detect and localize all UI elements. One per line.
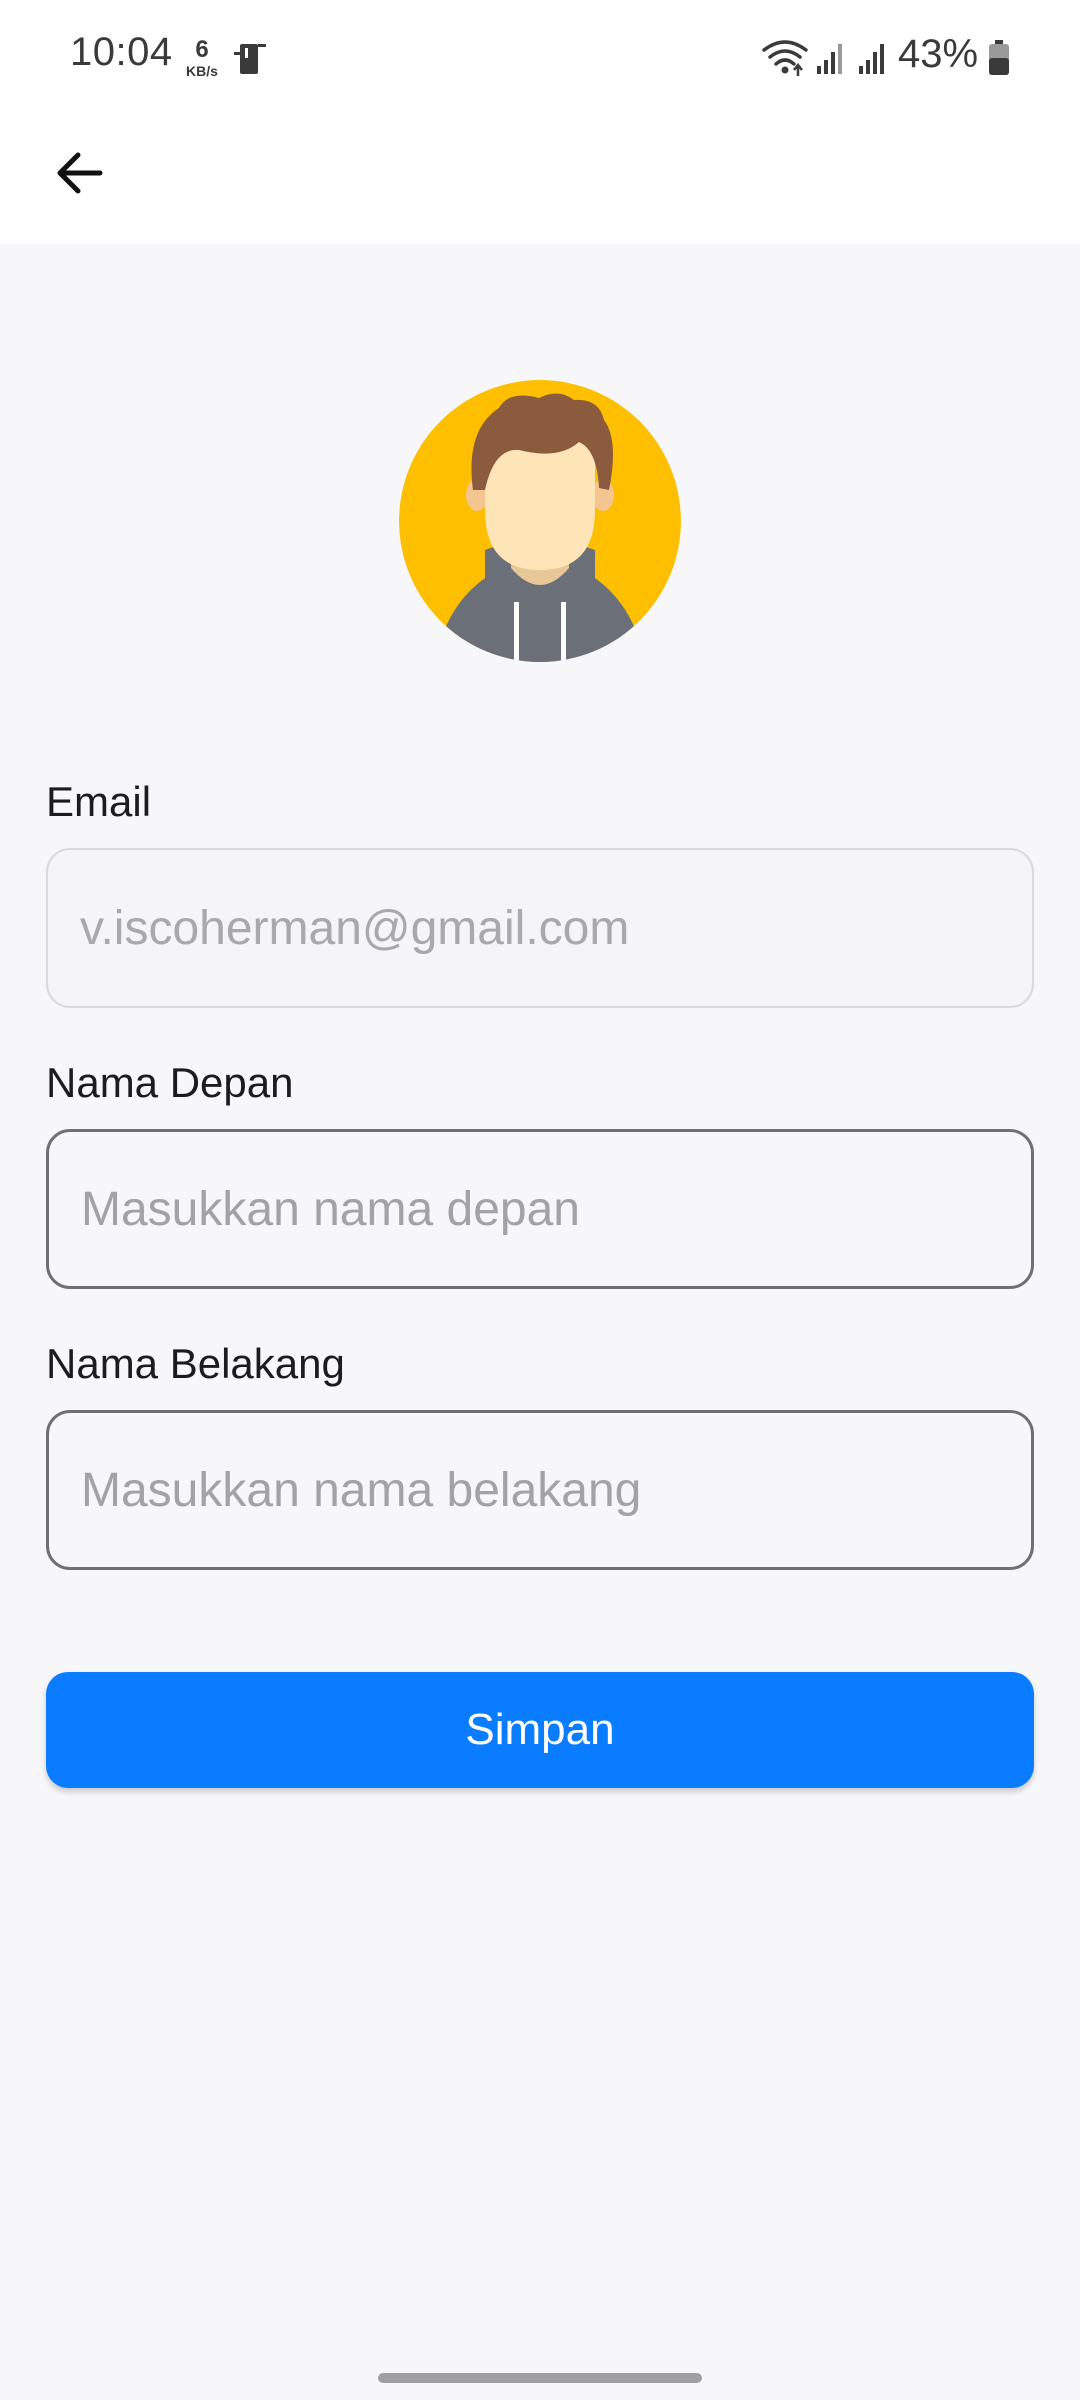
app-bar bbox=[0, 120, 1080, 244]
arrow-left-icon bbox=[57, 152, 103, 194]
last-name-label: Nama Belakang bbox=[46, 1340, 345, 1387]
battery-icon bbox=[989, 40, 1009, 75]
signal-icon bbox=[859, 44, 884, 74]
signal-icon bbox=[817, 44, 842, 74]
network-speed-value: 6 bbox=[195, 36, 209, 63]
email-label: Email bbox=[46, 778, 152, 825]
sim-icon bbox=[234, 44, 266, 74]
back-button[interactable] bbox=[36, 130, 122, 216]
edit-profile-screen: 10:04 6 KB/s 43% Email v.iscoherman@gmai… bbox=[0, 0, 1080, 2400]
status-time: 10:04 bbox=[70, 30, 173, 74]
user-avatar-icon bbox=[399, 380, 681, 662]
battery-percent: 43% bbox=[898, 32, 979, 76]
status-bar: 10:04 6 KB/s 43% bbox=[0, 0, 1080, 120]
first-name-input[interactable] bbox=[46, 1129, 1034, 1289]
network-speed: 6 KB/s bbox=[180, 36, 224, 79]
email-field bbox=[46, 848, 1034, 1008]
home-indicator[interactable] bbox=[378, 2373, 702, 2383]
avatar[interactable] bbox=[399, 380, 681, 662]
wifi-icon bbox=[762, 40, 808, 76]
save-button[interactable]: Simpan bbox=[46, 1672, 1034, 1788]
first-name-label: Nama Depan bbox=[46, 1059, 294, 1106]
network-speed-unit: KB/s bbox=[186, 63, 218, 79]
last-name-input[interactable] bbox=[46, 1410, 1034, 1570]
